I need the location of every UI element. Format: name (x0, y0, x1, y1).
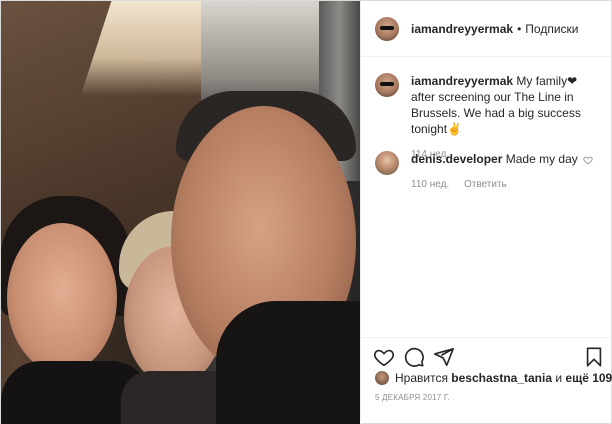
following-button[interactable]: Подписки (525, 22, 578, 36)
caption-avatar-glasses (380, 82, 394, 86)
post-date[interactable]: 5 ДЕКАБРЯ 2017 Г. (375, 393, 450, 402)
comment-body: denis.developer Made my day 110 нед. Отв… (411, 151, 589, 193)
comment-text: Made my day (505, 152, 578, 166)
comment-icon (404, 347, 424, 367)
post-photo[interactable] (1, 1, 360, 424)
author-username[interactable]: iamandreyyermak (411, 22, 513, 36)
reply-button[interactable]: Ответить (464, 179, 507, 190)
likes-prefix: Нравится (395, 371, 448, 385)
comment-meta: 110 нед. Ответить (411, 177, 589, 193)
header-separator: • (517, 21, 522, 36)
photo-person-1-face (7, 223, 117, 373)
caption-item: iamandreyyermak My family❤ after screeni… (375, 73, 605, 163)
bookmark-icon (586, 347, 602, 367)
caption-avatar[interactable] (375, 73, 399, 97)
author-avatar[interactable] (375, 16, 399, 41)
post-side-panel: iamandreyyermak • Подписки iamandreyyerm… (360, 1, 612, 424)
comment-like-heart-icon[interactable] (583, 155, 593, 165)
caption-body: iamandreyyermak My family❤ after screeni… (411, 73, 589, 163)
likes-summary: Нравится beschastna_tania и ещё 109 (375, 371, 612, 385)
comment-button[interactable] (403, 346, 425, 368)
liker-username[interactable]: beschastna_tania (451, 371, 552, 385)
share-button[interactable] (433, 346, 455, 368)
heart-icon (373, 349, 395, 367)
post-dialog: iamandreyyermak • Подписки iamandreyyerm… (0, 0, 612, 424)
comments-list: iamandreyyermak My family❤ after screeni… (361, 57, 612, 337)
save-button[interactable] (583, 346, 605, 368)
commenter-avatar[interactable] (375, 151, 399, 175)
author-avatar-glasses (380, 25, 394, 30)
comment-item: denis.developer Made my day 110 нед. Отв… (375, 151, 605, 193)
share-icon (434, 347, 454, 367)
likes-others[interactable]: ещё 109 (565, 371, 612, 385)
like-button[interactable] (373, 346, 395, 368)
caption-username[interactable]: iamandreyyermak (411, 74, 513, 88)
liker-avatar[interactable] (375, 371, 389, 385)
photo-person-3-body (216, 301, 360, 424)
action-bar (361, 337, 612, 373)
likes-connector: и (555, 371, 563, 385)
post-header: iamandreyyermak • Подписки (361, 1, 612, 57)
comment-age[interactable]: 110 нед. (411, 179, 449, 190)
comment-username[interactable]: denis.developer (411, 152, 502, 166)
